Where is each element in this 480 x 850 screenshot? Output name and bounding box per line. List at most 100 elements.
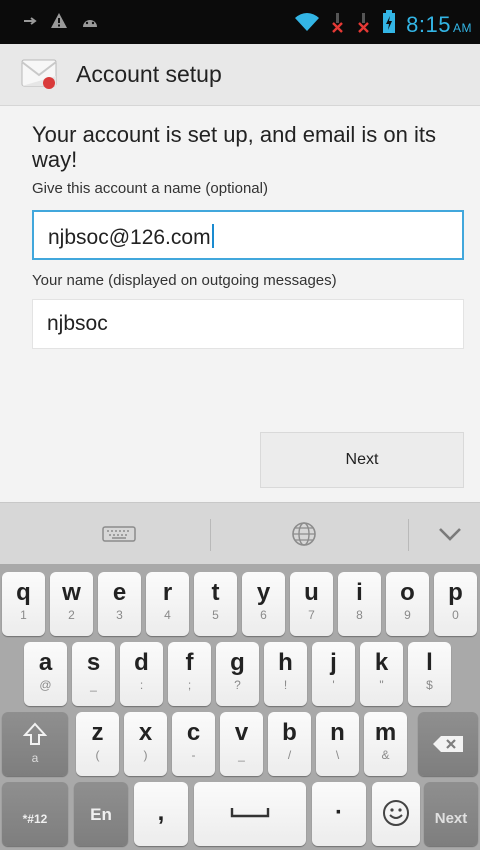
key-r[interactable]: r4 (146, 572, 189, 636)
key-label: v (234, 719, 249, 746)
key-label: k (374, 649, 389, 676)
status-time: 8:15 AM (406, 12, 472, 38)
key-label: c (186, 719, 201, 746)
key-j[interactable]: j ' (312, 642, 355, 706)
key-sublabel: \ (335, 748, 340, 762)
key-sublabel: " (379, 678, 384, 692)
key-sublabel: 9 (404, 608, 411, 622)
key-q[interactable]: q1 (2, 572, 45, 636)
key-sublabel: - (191, 748, 196, 762)
symbols-key[interactable]: *#12 (2, 782, 68, 846)
your-name-value: njbsoc (47, 312, 108, 335)
key-sublabel: 8 (356, 608, 363, 622)
no-signal-icon (356, 11, 372, 38)
status-bar: 8:15 AM (0, 0, 480, 44)
key-g[interactable]: g? (216, 642, 259, 706)
keyboard-icon[interactable] (88, 517, 150, 551)
key-u[interactable]: u7 (290, 572, 333, 636)
key-label: d (134, 649, 149, 676)
space-bar-icon (194, 804, 306, 825)
key-a[interactable]: a @ (24, 642, 67, 706)
comma-key[interactable]: , (134, 782, 188, 846)
key-sublabel: 0 (452, 608, 459, 622)
setup-headline: Your account is set up, and email is on … (32, 122, 436, 172)
key-sublabel: 6 (260, 608, 267, 622)
soft-keyboard: q1 w2 e3 r4 t5 y6 u7 i8 o9 p0 a @ s _ d: f… (0, 564, 480, 850)
key-o[interactable]: o9 (386, 572, 429, 636)
key-sublabel: ! (283, 678, 288, 692)
key-c[interactable]: c- (172, 712, 215, 776)
key-d[interactable]: d: (120, 642, 163, 706)
key-label: z (91, 719, 104, 746)
key-sublabel: 4 (164, 608, 171, 622)
wifi-icon (294, 11, 320, 38)
next-button[interactable]: Next (260, 432, 464, 488)
key-sublabel: ' (332, 678, 335, 692)
enter-next-key[interactable]: Next (424, 782, 478, 846)
space-key[interactable] (194, 782, 306, 846)
your-name-field[interactable]: njbsoc (32, 299, 464, 349)
status-bar-right-icons: 8:15 AM (294, 10, 472, 39)
action-bar: Account setup (0, 44, 480, 106)
key-label: m (374, 719, 397, 746)
smiley-icon (372, 798, 420, 833)
key-w[interactable]: w2 (50, 572, 93, 636)
language-label: En (90, 805, 112, 824)
key-sublabel: @ (39, 678, 52, 692)
key-label: u (304, 579, 319, 606)
key-label: p (448, 579, 463, 606)
key-sublabel: 3 (116, 608, 123, 622)
key-sublabel: 7 (308, 608, 315, 622)
key-sublabel: 2 (68, 608, 75, 622)
key-sublabel: _ (238, 748, 245, 762)
your-name-label: Your name (displayed on outgoing message… (32, 272, 337, 289)
account-name-field[interactable]: njbsoc@126.com (32, 210, 464, 260)
shift-sublabel: a (31, 751, 39, 765)
key-m[interactable]: m & (364, 712, 407, 776)
symbols-label: *#12 (22, 812, 48, 826)
key-v[interactable]: v _ (220, 712, 263, 776)
key-x[interactable]: x) (124, 712, 167, 776)
key-label: w (62, 579, 81, 606)
warning-icon (50, 12, 68, 35)
key-l[interactable]: l $ (408, 642, 451, 706)
period-key[interactable]: · (312, 782, 366, 846)
shift-key[interactable]: a (2, 712, 68, 776)
key-label: t (211, 579, 220, 606)
key-label: i (356, 579, 363, 606)
key-z[interactable]: z( (76, 712, 119, 776)
key-h[interactable]: h! (264, 642, 307, 706)
chevron-down-icon[interactable] (430, 517, 470, 551)
key-n[interactable]: n \ (316, 712, 359, 776)
key-sublabel: : (139, 678, 144, 692)
account-setup-form: Your account is set up, and email is on … (0, 106, 480, 502)
backspace-key[interactable] (418, 712, 478, 776)
screen: 8:15 AM Account setup Your account is set… (0, 0, 480, 850)
key-y[interactable]: y6 (242, 572, 285, 636)
keyboard-toolbar (0, 502, 480, 564)
emoji-key[interactable] (372, 782, 420, 846)
account-name-label: Give this account a name (optional) (32, 180, 268, 197)
key-i[interactable]: i8 (338, 572, 381, 636)
key-label: g (230, 649, 245, 676)
key-e[interactable]: e3 (98, 572, 141, 636)
key-f[interactable]: f; (168, 642, 211, 706)
globe-icon[interactable] (284, 517, 324, 551)
key-t[interactable]: t5 (194, 572, 237, 636)
period-label: · (335, 799, 343, 826)
shift-icon (2, 722, 68, 753)
key-p[interactable]: p0 (434, 572, 477, 636)
key-label: x (138, 719, 153, 746)
key-sublabel: 5 (212, 608, 219, 622)
language-key[interactable]: En (74, 782, 128, 846)
key-k[interactable]: k " (360, 642, 403, 706)
account-name-value: njbsoc@126.com (48, 226, 211, 249)
key-s[interactable]: s _ (72, 642, 115, 706)
usb-icon (22, 13, 38, 34)
toolbar-divider (408, 519, 409, 551)
key-b[interactable]: b / (268, 712, 311, 776)
key-label: l (426, 649, 433, 676)
key-label: e (112, 579, 127, 606)
email-app-icon[interactable] (20, 56, 60, 92)
key-label: y (256, 579, 271, 606)
